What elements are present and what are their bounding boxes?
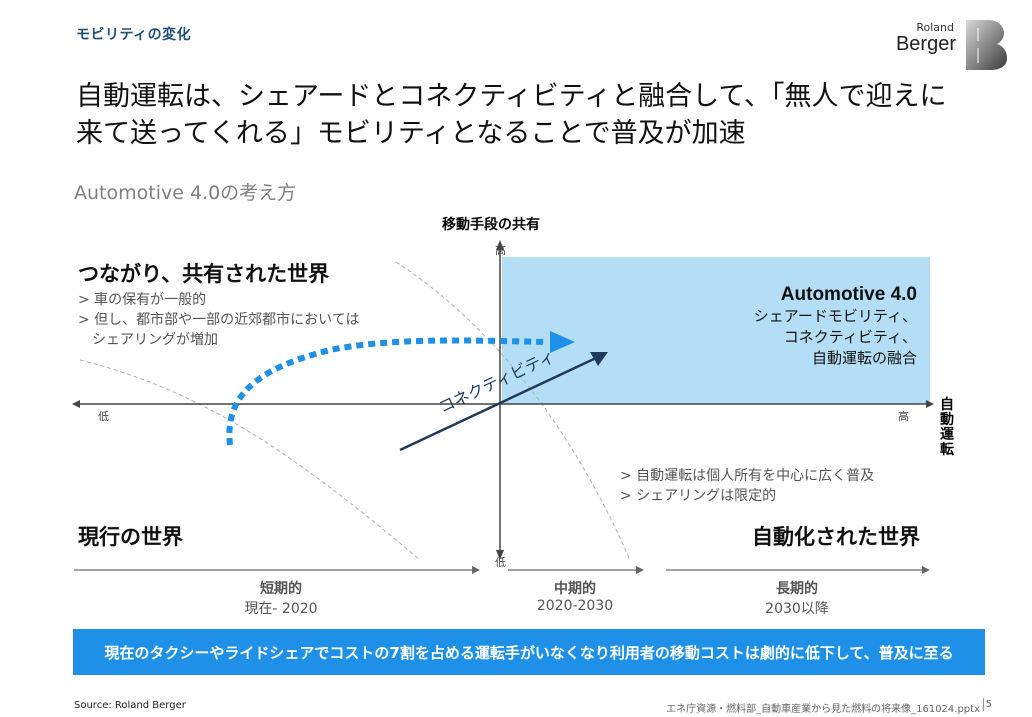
automotive-40-line-3: 自動運転の融合 xyxy=(811,349,917,367)
phase-long-years: 2030以降 xyxy=(765,601,829,617)
phase-long-name: 長期的 xyxy=(776,581,818,597)
x-low-label: 低 xyxy=(98,410,109,423)
y-high-label: 高 xyxy=(495,244,506,257)
x-axis-arrow-right-icon xyxy=(926,400,934,408)
phase-mid-name: 中期的 xyxy=(554,581,596,597)
timeline-short-arrow-head-icon xyxy=(472,566,480,574)
timeline-long-arrow-head-icon xyxy=(922,566,930,574)
automotive-40-line-2: コネクティビティ、 xyxy=(783,328,917,346)
top-left-bullet-2: > 但し、都市部や一部の近郊都市においては xyxy=(78,312,360,328)
guide-curve-1 xyxy=(395,261,631,561)
top-left-bullet-1: > 車の保有が一般的 xyxy=(78,292,207,308)
top-left-quadrant-title: つながり、共有された世界 xyxy=(78,262,330,286)
page-number: 5 xyxy=(985,699,992,710)
x-axis-arrow-left-icon xyxy=(72,400,80,408)
bottom-left-quadrant-title: 現行の世界 xyxy=(78,525,183,549)
automotive-40-title: Automotive 4.0 xyxy=(780,284,917,305)
bottom-right-quadrant-title: 自動化された世界 xyxy=(752,525,920,549)
top-left-quadrant-bullets: > 車の保有が一般的 > 但し、都市部や一部の近郊都市においては シェアリングが… xyxy=(78,290,359,350)
source-note: Source: Roland Berger xyxy=(74,700,186,711)
automotive-40-text: Automotive 4.0 シェアードモビリティ、 コネクティビティ、 自動運… xyxy=(754,284,917,369)
bottom-right-quadrant-bullets: > 自動運転は個人所有を中心に広く普及 > シェアリングは限定的 xyxy=(620,466,874,506)
phase-short-name: 短期的 xyxy=(260,581,302,597)
footer-filename: エネ庁資源・燃料部_自動車産業から見た燃料の将来像_161024.pptx xyxy=(666,704,980,715)
conclusion-banner: 現在のタクシーやライドシェアでコストの7割を占める運転手がいなくなり利用者の移動… xyxy=(73,629,985,675)
bottom-right-bullet-2: > シェアリングは限定的 xyxy=(620,488,777,504)
phase-mid: 中期的 2020-2030 xyxy=(500,578,650,614)
phase-long: 長期的 2030以降 xyxy=(722,578,872,618)
x-high-label: 高 xyxy=(898,410,909,423)
automotive-40-line-1: シェアードモビリティ、 xyxy=(753,307,917,325)
footer-divider xyxy=(983,698,984,711)
x-axis-title: 自動運転 xyxy=(940,397,954,458)
phase-mid-years: 2020-2030 xyxy=(536,598,614,614)
phase-short: 短期的 現在- 2020 xyxy=(206,578,356,618)
bottom-right-bullet-1: > 自動運転は個人所有を中心に広く普及 xyxy=(620,468,875,484)
top-left-bullet-2-cont: シェアリングが増加 xyxy=(92,332,218,348)
phase-short-years: 現在- 2020 xyxy=(244,601,318,617)
timeline-mid-arrow-head-icon xyxy=(636,566,644,574)
y-low-label: 低 xyxy=(495,556,506,569)
dotted-arrow-head-icon xyxy=(550,331,575,353)
